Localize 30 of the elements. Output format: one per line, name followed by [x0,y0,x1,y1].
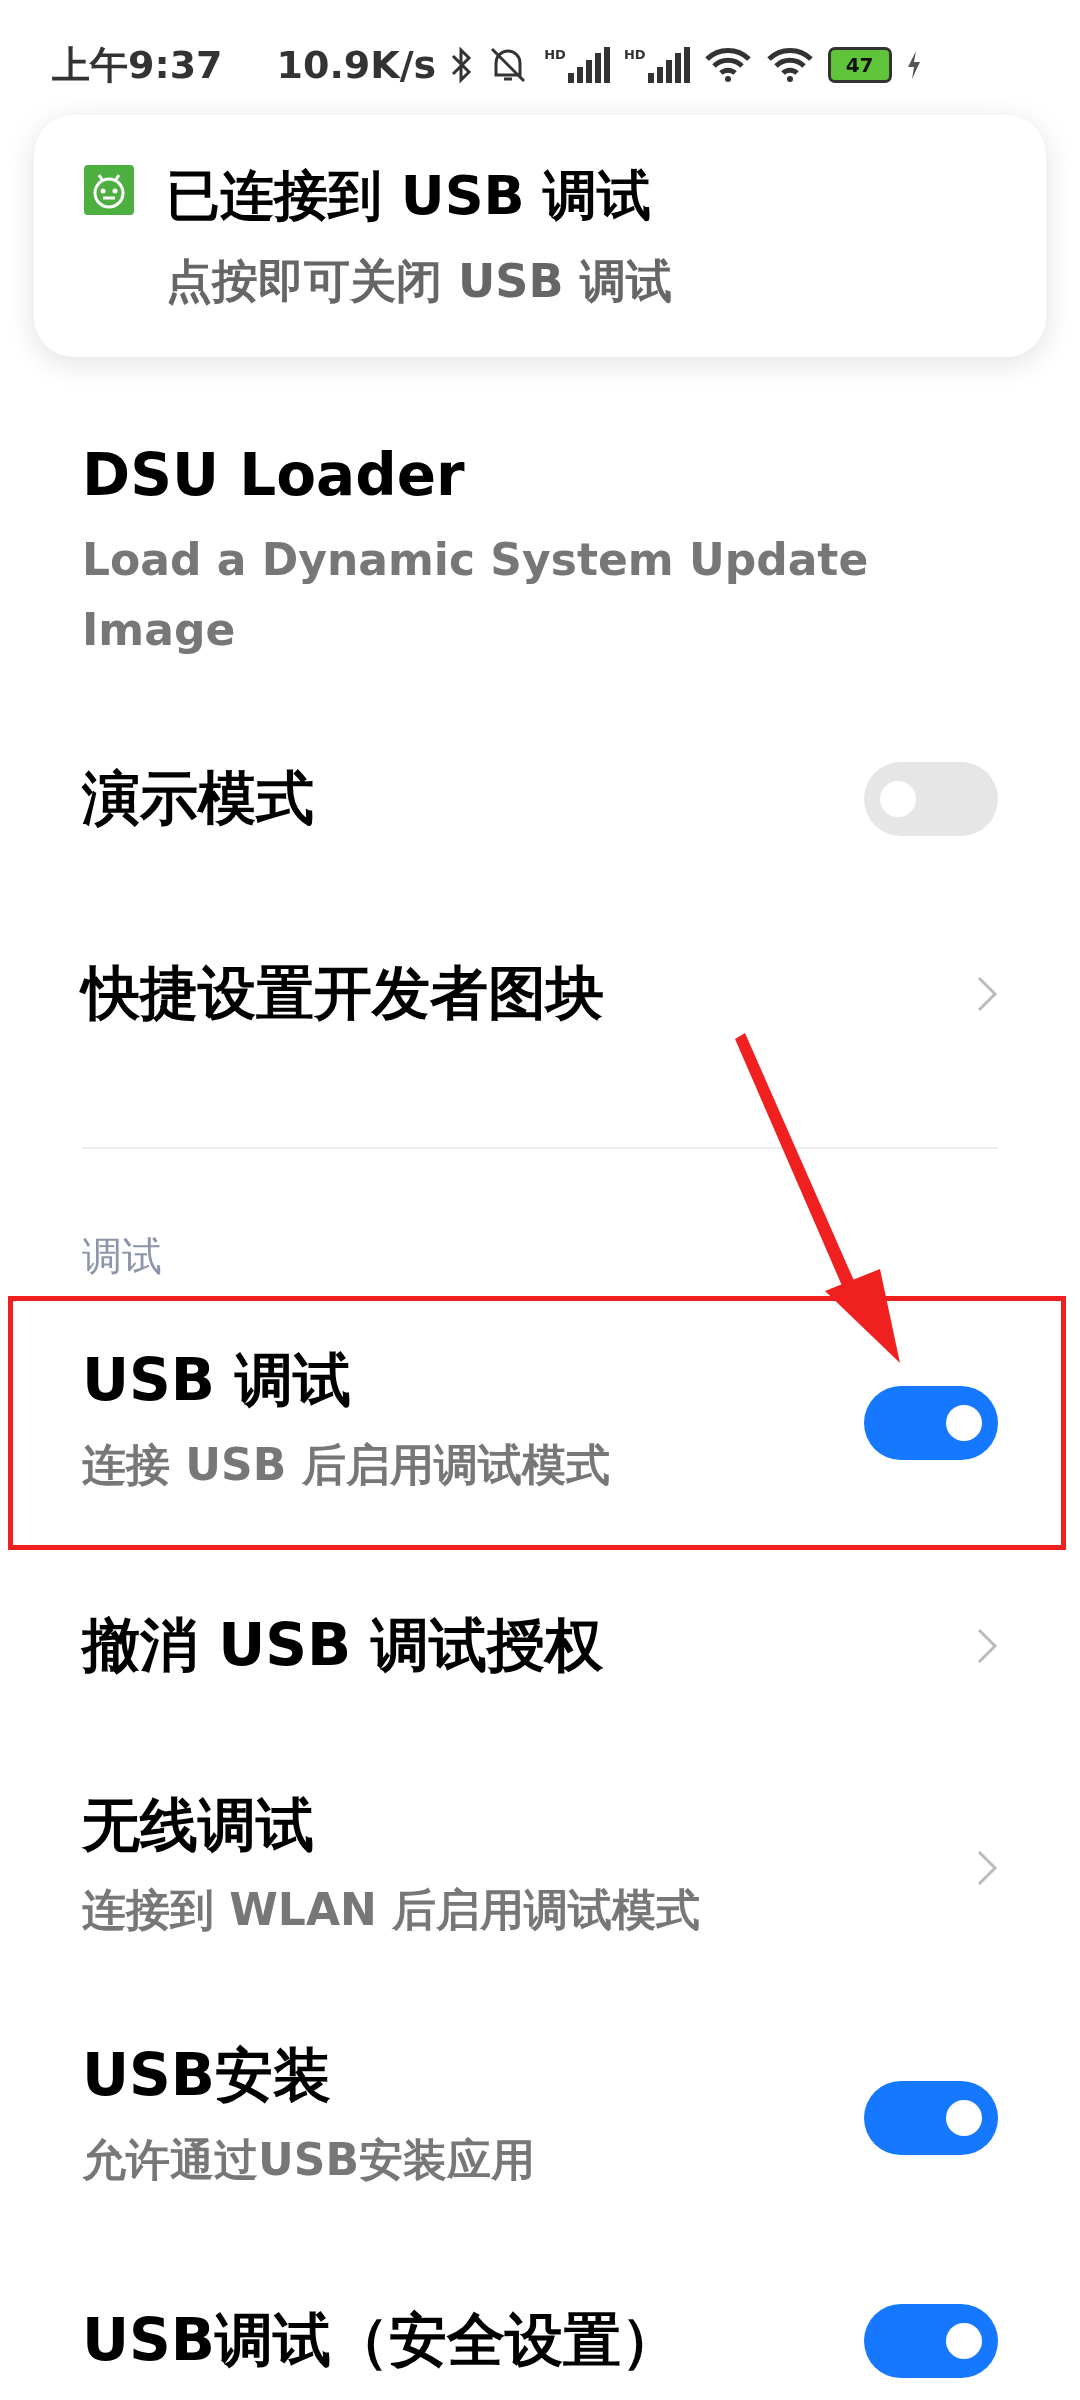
section-header: 调试 [81,1232,163,1282]
wifi-icon [703,47,752,83]
setting-title: USB 调试 [82,1346,353,1416]
hd-label: HD [544,47,566,62]
setting-title: USB安装 [82,2041,333,2111]
setting-title: USB调试（安全设置） [82,2306,681,2376]
setting-description: 连接到 WLAN 后启用调试模式 [82,1882,702,1937]
chevron-right-icon [976,1626,998,1665]
notification-title: 已连接到 USB 调试 [166,162,653,229]
setting-description: 允许通过USB安装应用 [82,2132,536,2187]
charging-icon [905,51,922,79]
setting-title: 无线调试 [82,1791,315,1861]
clock: 上午9:37 [52,41,223,89]
setting-title: DSU Loader [82,441,466,511]
notification-text: 点按即可关闭 USB 调试 [166,252,672,310]
setting-description: Load a Dynamic System Update Image [82,532,870,657]
signal-icon [565,47,610,83]
bluetooth-icon [450,46,473,84]
android-icon [84,165,134,215]
signal-icon [645,47,690,83]
chevron-right-icon [976,1849,998,1888]
network-speed: 10.9K/s [276,43,437,87]
setting-title: 撤消 USB 调试授权 [82,1611,605,1681]
wifi-icon [765,47,814,83]
chevron-right-icon [976,974,998,1013]
hd-label: HD [623,47,646,62]
setting-title: 演示模式 [82,764,315,834]
battery-level: 47 [827,47,892,83]
notification-card[interactable]: 已连接到 USB 调试 点按即可关闭 USB 调试 [34,115,1046,357]
setting-description: 连接 USB 后启用调试模式 [82,1437,611,1492]
